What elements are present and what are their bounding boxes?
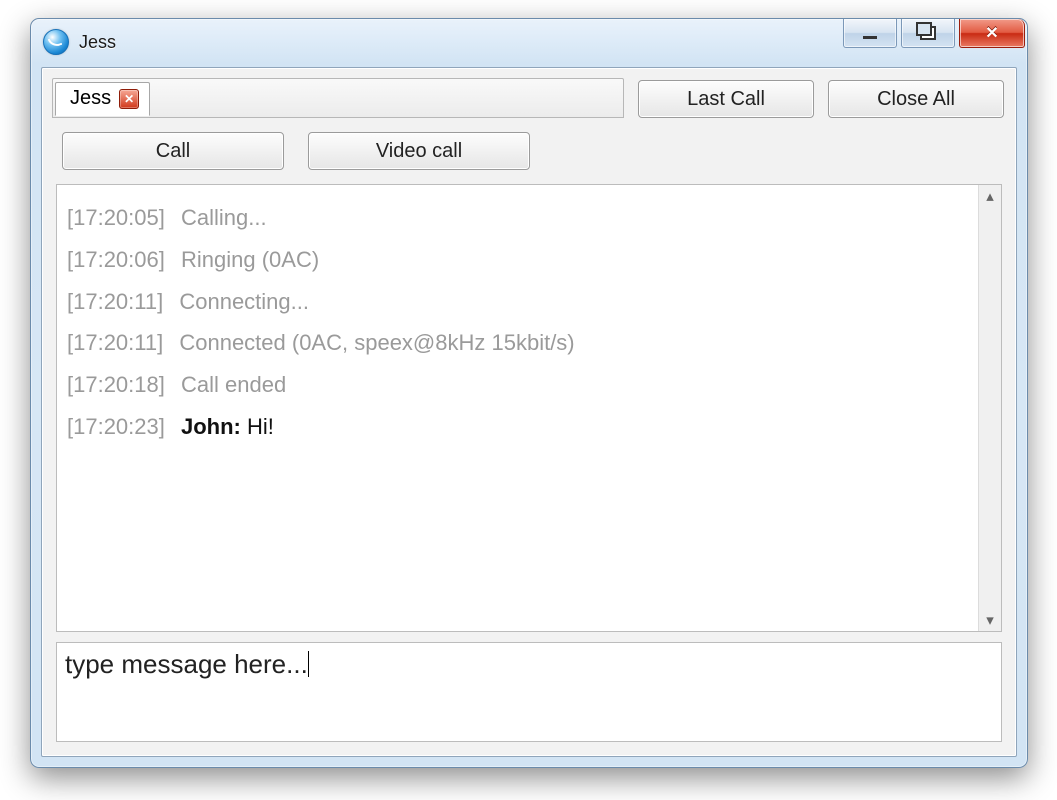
close-all-button[interactable]: Close All [828,80,1004,118]
log-status: [17:20:11] Connected (0AC, speex@8kHz 15… [67,322,968,364]
log-message: [17:20:23] John: Hi! [67,406,968,448]
close-icon: ✕ [124,92,134,106]
tab-label: Jess [70,87,111,110]
log-timestamp: [17:20:05] [67,205,165,230]
video-call-button[interactable]: Video call [308,132,530,170]
tab-strip: Jess ✕ [52,78,624,118]
log-timestamp: [17:20:11] [67,289,163,314]
minimize-button[interactable] [843,19,897,48]
tab-close-button[interactable]: ✕ [119,89,139,109]
log-timestamp: [17:20:23] [67,414,165,439]
client-area: Jess ✕ Last Call Close All Call Video ca… [41,67,1017,757]
log-text: Connecting... [173,289,309,314]
scroll-up-icon[interactable]: ▴ [981,187,999,205]
log-timestamp: [17:20:06] [67,247,165,272]
log-text: Ringing (0AC) [175,247,319,272]
conversation-log-container: [17:20:05] Calling...[17:20:06] Ringing … [56,184,1002,632]
chat-window: Jess ✕ Jess ✕ Last Call [30,18,1028,768]
log-status: [17:20:11] Connecting... [67,281,968,323]
scroll-down-icon[interactable]: ▾ [981,611,999,629]
window-controls: ✕ [839,19,1025,48]
message-input-value: type message here... [65,649,308,679]
close-icon: ✕ [985,23,998,43]
titlebar[interactable]: Jess ✕ [31,19,1027,65]
tab-row: Jess ✕ Last Call Close All [42,68,1016,118]
log-text: Hi! [247,414,274,439]
log-text: Connected (0AC, speex@8kHz 15kbit/s) [173,330,574,355]
scrollbar[interactable]: ▴ ▾ [978,185,1001,631]
log-text: Call ended [175,372,286,397]
text-caret [308,651,309,677]
log-status: [17:20:18] Call ended [67,364,968,406]
log-sender: John: [175,414,247,439]
log-text: Calling... [175,205,267,230]
app-icon [43,29,69,55]
log-status: [17:20:06] Ringing (0AC) [67,239,968,281]
message-input[interactable]: type message here... [65,649,993,735]
maximize-icon [920,26,936,40]
log-timestamp: [17:20:11] [67,330,163,355]
log-status: [17:20:05] Calling... [67,197,968,239]
minimize-icon [863,36,877,39]
window-title: Jess [79,32,116,53]
call-action-row: Call Video call [42,118,1016,180]
log-timestamp: [17:20:18] [67,372,165,397]
conversation-tab[interactable]: Jess ✕ [55,82,150,116]
call-button[interactable]: Call [62,132,284,170]
maximize-button[interactable] [901,19,955,48]
close-window-button[interactable]: ✕ [959,19,1025,48]
last-call-button[interactable]: Last Call [638,80,814,118]
conversation-log[interactable]: [17:20:05] Calling...[17:20:06] Ringing … [57,185,978,631]
message-input-container: type message here... [56,642,1002,742]
